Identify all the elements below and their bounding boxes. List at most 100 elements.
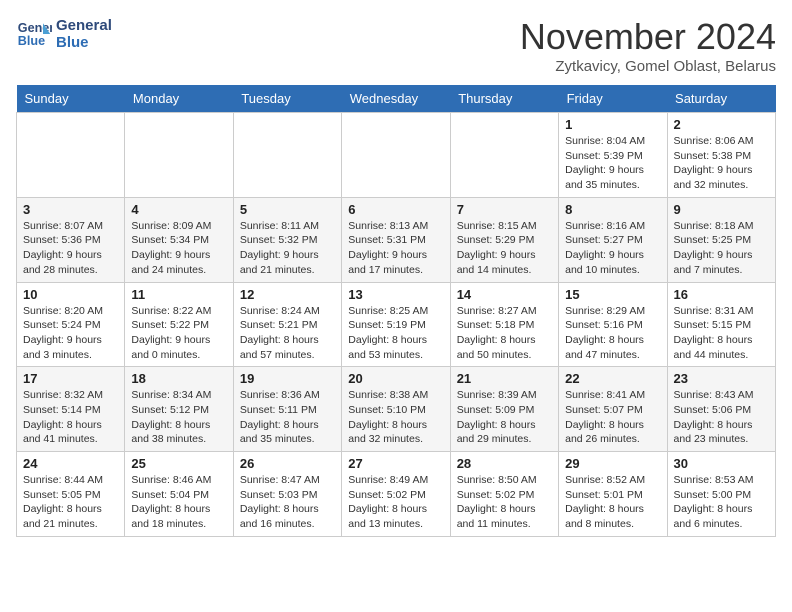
calendar-cell: 28Sunrise: 8:50 AMSunset: 5:02 PMDayligh… <box>450 452 558 537</box>
day-header-wednesday: Wednesday <box>342 85 450 113</box>
day-number: 17 <box>23 371 118 386</box>
calendar-cell: 17Sunrise: 8:32 AMSunset: 5:14 PMDayligh… <box>17 367 125 452</box>
day-number: 8 <box>565 202 660 217</box>
day-number: 30 <box>674 456 769 471</box>
logo: General Blue General Blue <box>16 16 112 52</box>
day-number: 24 <box>23 456 118 471</box>
calendar-cell: 4 Sunrise: 8:09 AMSunset: 5:34 PMDaylight… <box>125 197 233 282</box>
day-info: Sunrise: 8:31 AMSunset: 5:15 PMDaylight:… <box>674 304 769 363</box>
day-number: 11 <box>131 287 226 302</box>
day-number: 6 <box>348 202 443 217</box>
calendar-cell: 26Sunrise: 8:47 AMSunset: 5:03 PMDayligh… <box>233 452 341 537</box>
calendar-cell: 11 Sunrise: 8:22 AMSunset: 5:22 PMDayligh… <box>125 282 233 367</box>
day-info: Sunrise: 8:49 AMSunset: 5:02 PMDaylight:… <box>348 473 443 532</box>
day-number: 5 <box>240 202 335 217</box>
calendar-cell: 25 Sunrise: 8:46 AMSunset: 5:04 PMDayligh… <box>125 452 233 537</box>
logo-general: General <box>56 17 112 34</box>
day-number: 7 <box>457 202 552 217</box>
day-number: 14 <box>457 287 552 302</box>
week-row-1: 1 Sunrise: 8:04 AMSunset: 5:39 PMDaylight… <box>17 113 776 198</box>
day-number: 18 <box>131 371 226 386</box>
calendar-cell: 20 Sunrise: 8:38 AMSunset: 5:10 PMDayligh… <box>342 367 450 452</box>
day-info: Sunrise: 8:36 AMSunset: 5:11 PMDaylight:… <box>240 388 335 447</box>
calendar-cell: 16 Sunrise: 8:31 AMSunset: 5:15 PMDayligh… <box>667 282 775 367</box>
week-row-4: 17Sunrise: 8:32 AMSunset: 5:14 PMDayligh… <box>17 367 776 452</box>
day-info: Sunrise: 8:11 AMSunset: 5:32 PMDaylight:… <box>240 219 335 278</box>
day-info: Sunrise: 8:04 AMSunset: 5:39 PMDaylight:… <box>565 134 660 193</box>
day-number: 10 <box>23 287 118 302</box>
day-header-saturday: Saturday <box>667 85 775 113</box>
calendar-cell: 3 Sunrise: 8:07 AMSunset: 5:36 PMDaylight… <box>17 197 125 282</box>
day-number: 19 <box>240 371 335 386</box>
day-info: Sunrise: 8:07 AMSunset: 5:36 PMDaylight:… <box>23 219 118 278</box>
day-info: Sunrise: 8:25 AMSunset: 5:19 PMDaylight:… <box>348 304 443 363</box>
calendar-cell: 5 Sunrise: 8:11 AMSunset: 5:32 PMDaylight… <box>233 197 341 282</box>
calendar-cell: 1 Sunrise: 8:04 AMSunset: 5:39 PMDaylight… <box>559 113 667 198</box>
calendar-cell: 23 Sunrise: 8:43 AMSunset: 5:06 PMDayligh… <box>667 367 775 452</box>
calendar-cell: 12 Sunrise: 8:24 AMSunset: 5:21 PMDayligh… <box>233 282 341 367</box>
day-number: 25 <box>131 456 226 471</box>
logo-icon: General Blue <box>16 16 52 52</box>
day-number: 15 <box>565 287 660 302</box>
day-info: Sunrise: 8:09 AMSunset: 5:34 PMDaylight:… <box>131 219 226 278</box>
day-header-sunday: Sunday <box>17 85 125 113</box>
day-header-thursday: Thursday <box>450 85 558 113</box>
day-number: 4 <box>131 202 226 217</box>
calendar-cell: 27 Sunrise: 8:49 AMSunset: 5:02 PMDayligh… <box>342 452 450 537</box>
day-info: Sunrise: 8:15 AMSunset: 5:29 PMDaylight:… <box>457 219 552 278</box>
day-info: Sunrise: 8:52 AMSunset: 5:01 PMDaylight:… <box>565 473 660 532</box>
calendar-cell: 30 Sunrise: 8:53 AMSunset: 5:00 PMDayligh… <box>667 452 775 537</box>
calendar-table: SundayMondayTuesdayWednesdayThursdayFrid… <box>16 85 776 537</box>
day-info: Sunrise: 8:20 AMSunset: 5:24 PMDaylight:… <box>23 304 118 363</box>
day-number: 21 <box>457 371 552 386</box>
day-header-friday: Friday <box>559 85 667 113</box>
week-row-2: 3 Sunrise: 8:07 AMSunset: 5:36 PMDaylight… <box>17 197 776 282</box>
day-info: Sunrise: 8:22 AMSunset: 5:22 PMDaylight:… <box>131 304 226 363</box>
day-info: Sunrise: 8:34 AMSunset: 5:12 PMDaylight:… <box>131 388 226 447</box>
day-number: 20 <box>348 371 443 386</box>
month-title: November 2024 <box>520 16 776 58</box>
calendar-cell: 15 Sunrise: 8:29 AMSunset: 5:16 PMDayligh… <box>559 282 667 367</box>
day-number: 13 <box>348 287 443 302</box>
day-info: Sunrise: 8:53 AMSunset: 5:00 PMDaylight:… <box>674 473 769 532</box>
day-info: Sunrise: 8:18 AMSunset: 5:25 PMDaylight:… <box>674 219 769 278</box>
calendar-cell <box>125 113 233 198</box>
day-number: 2 <box>674 117 769 132</box>
logo-blue: Blue <box>56 34 112 51</box>
day-info: Sunrise: 8:06 AMSunset: 5:38 PMDaylight:… <box>674 134 769 193</box>
calendar-cell <box>17 113 125 198</box>
day-info: Sunrise: 8:50 AMSunset: 5:02 PMDaylight:… <box>457 473 552 532</box>
calendar-cell <box>233 113 341 198</box>
day-number: 22 <box>565 371 660 386</box>
day-info: Sunrise: 8:39 AMSunset: 5:09 PMDaylight:… <box>457 388 552 447</box>
calendar-cell: 24 Sunrise: 8:44 AMSunset: 5:05 PMDayligh… <box>17 452 125 537</box>
day-number: 23 <box>674 371 769 386</box>
calendar-cell <box>342 113 450 198</box>
day-info: Sunrise: 8:44 AMSunset: 5:05 PMDaylight:… <box>23 473 118 532</box>
day-number: 3 <box>23 202 118 217</box>
day-info: Sunrise: 8:46 AMSunset: 5:04 PMDaylight:… <box>131 473 226 532</box>
week-row-5: 24 Sunrise: 8:44 AMSunset: 5:05 PMDayligh… <box>17 452 776 537</box>
day-number: 16 <box>674 287 769 302</box>
day-info: Sunrise: 8:16 AMSunset: 5:27 PMDaylight:… <box>565 219 660 278</box>
day-number: 27 <box>348 456 443 471</box>
calendar-cell: 13 Sunrise: 8:25 AMSunset: 5:19 PMDayligh… <box>342 282 450 367</box>
day-number: 9 <box>674 202 769 217</box>
day-info: Sunrise: 8:29 AMSunset: 5:16 PMDaylight:… <box>565 304 660 363</box>
calendar-cell: 19 Sunrise: 8:36 AMSunset: 5:11 PMDayligh… <box>233 367 341 452</box>
location-title: Zytkavicy, Gomel Oblast, Belarus <box>520 58 776 75</box>
calendar-cell: 10 Sunrise: 8:20 AMSunset: 5:24 PMDayligh… <box>17 282 125 367</box>
calendar-cell: 7 Sunrise: 8:15 AMSunset: 5:29 PMDaylight… <box>450 197 558 282</box>
day-info: Sunrise: 8:38 AMSunset: 5:10 PMDaylight:… <box>348 388 443 447</box>
day-header-monday: Monday <box>125 85 233 113</box>
day-number: 1 <box>565 117 660 132</box>
title-area: November 2024 Zytkavicy, Gomel Oblast, B… <box>520 16 776 75</box>
day-info: Sunrise: 8:24 AMSunset: 5:21 PMDaylight:… <box>240 304 335 363</box>
day-info: Sunrise: 8:13 AMSunset: 5:31 PMDaylight:… <box>348 219 443 278</box>
week-row-3: 10 Sunrise: 8:20 AMSunset: 5:24 PMDayligh… <box>17 282 776 367</box>
day-number: 12 <box>240 287 335 302</box>
day-info: Sunrise: 8:43 AMSunset: 5:06 PMDaylight:… <box>674 388 769 447</box>
calendar-cell: 6 Sunrise: 8:13 AMSunset: 5:31 PMDaylight… <box>342 197 450 282</box>
calendar-cell: 22 Sunrise: 8:41 AMSunset: 5:07 PMDayligh… <box>559 367 667 452</box>
day-info: Sunrise: 8:41 AMSunset: 5:07 PMDaylight:… <box>565 388 660 447</box>
